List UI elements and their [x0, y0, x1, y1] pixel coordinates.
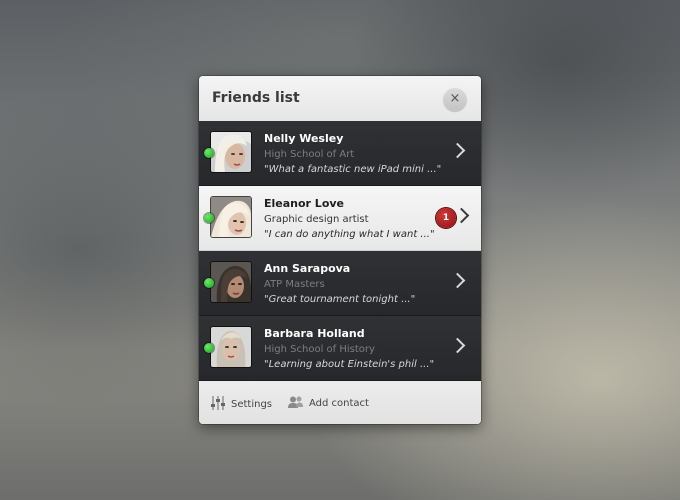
panel-title: Friends list: [212, 90, 300, 106]
panel-footer: Settings Add contact: [199, 381, 481, 424]
friend-row[interactable]: Eleanor Love Graphic design artist "I ca…: [199, 186, 481, 251]
friend-name: Nelly Wesley: [264, 132, 344, 145]
online-status-indicator: [204, 213, 214, 223]
sliders-icon: [211, 396, 226, 413]
friend-last-message: "Great tournament tonight ...": [264, 294, 416, 305]
friend-subtitle: Graphic design artist: [264, 214, 369, 225]
friend-last-message: "Learning about Einstein's phil ...": [264, 359, 435, 370]
avatar: [210, 131, 252, 173]
friend-name: Barbara Holland: [264, 327, 365, 340]
friend-subtitle: ATP Masters: [264, 279, 325, 290]
avatar: [210, 261, 252, 303]
avatar: [210, 196, 252, 238]
online-status-indicator: [204, 148, 214, 158]
online-status-indicator: [204, 278, 214, 288]
friend-last-message: "What a fantastic new iPad mini ...": [264, 164, 442, 175]
friends-list: Nelly Wesley High School of Art "What a …: [199, 121, 481, 381]
close-icon: ×: [449, 91, 461, 106]
chevron-right-icon[interactable]: [449, 272, 466, 289]
settings-label: Settings: [231, 399, 273, 410]
panel-header: Friends list ×: [199, 76, 481, 122]
chevron-right-icon[interactable]: [449, 337, 466, 354]
friend-row[interactable]: Barbara Holland High School of History "…: [199, 316, 481, 381]
add-contact-button[interactable]: Add contact: [288, 396, 369, 411]
add-user-icon: [288, 396, 304, 411]
avatar: [210, 326, 252, 368]
friend-name: Eleanor Love: [264, 197, 345, 210]
add-contact-label: Add contact: [309, 398, 369, 409]
friend-name: Ann Sarapova: [264, 262, 351, 275]
close-button[interactable]: ×: [443, 87, 467, 111]
friend-row[interactable]: Ann Sarapova ATP Masters "Great tourname…: [199, 251, 481, 316]
online-status-indicator: [204, 343, 214, 353]
friend-last-message: "I can do anything what I want ...": [264, 229, 435, 240]
chevron-right-icon[interactable]: [449, 142, 466, 159]
unread-count-badge: 1: [436, 208, 456, 228]
chevron-right-icon[interactable]: [453, 207, 470, 224]
friends-list-panel: Friends list × Nelly Wesley High School …: [199, 76, 481, 424]
settings-button[interactable]: Settings: [211, 396, 272, 413]
friend-subtitle: High School of Art: [264, 149, 355, 160]
friend-subtitle: High School of History: [264, 344, 375, 355]
friend-row[interactable]: Nelly Wesley High School of Art "What a …: [199, 121, 481, 186]
